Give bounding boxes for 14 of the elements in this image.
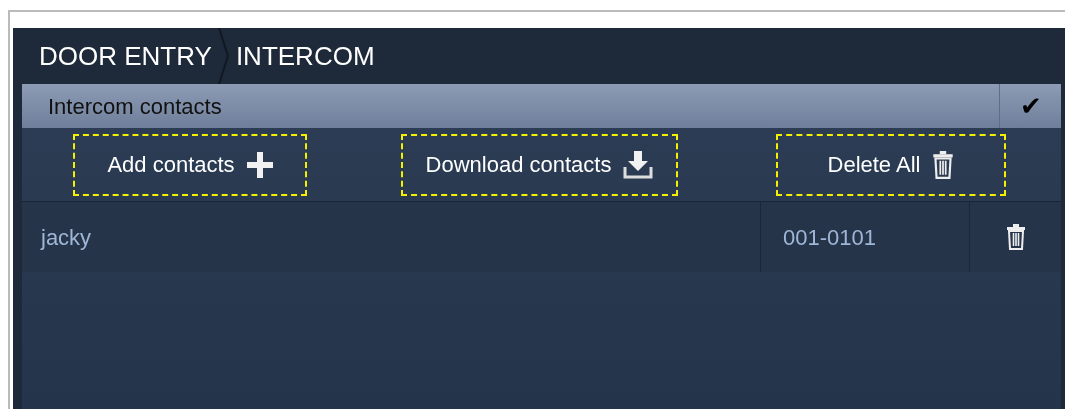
plus-icon (246, 151, 273, 178)
confirm-button[interactable]: ✔ (999, 84, 1061, 128)
breadcrumb-item[interactable]: DOOR ENTRY (39, 36, 212, 76)
breadcrumb-separator-icon (217, 28, 230, 84)
trash-icon (1005, 224, 1026, 250)
action-button[interactable]: Delete All (776, 133, 1006, 196)
action-button[interactable]: Download contacts (401, 133, 678, 196)
section-title: Intercom contacts (47, 92, 223, 121)
breadcrumb-item[interactable]: INTERCOM (235, 36, 375, 76)
contact-name[interactable]: jacky (22, 202, 760, 272)
download-icon (623, 150, 654, 179)
contact-number: 001-0101 (760, 202, 969, 272)
action-button[interactable]: Add contacts (73, 133, 307, 196)
trash-icon (932, 150, 955, 179)
